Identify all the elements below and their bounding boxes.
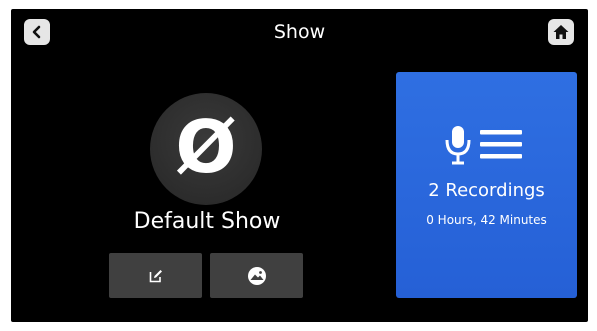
top-bar: Show bbox=[11, 9, 588, 57]
home-button[interactable] bbox=[548, 19, 574, 45]
home-icon bbox=[553, 25, 569, 39]
edit-icon bbox=[149, 269, 162, 282]
show-name: Default Show bbox=[133, 209, 281, 234]
page-title: Show bbox=[273, 21, 326, 43]
recordings-count: 2 Recordings bbox=[428, 180, 545, 201]
device-screen: Show Ø Default Show 2 Recordings 0 Hours… bbox=[11, 9, 588, 322]
recordings-card[interactable]: 2 Recordings 0 Hours, 42 Minutes bbox=[396, 72, 577, 298]
image-icon bbox=[247, 266, 266, 285]
change-image-button[interactable] bbox=[210, 253, 303, 298]
edit-show-button[interactable] bbox=[109, 253, 202, 298]
recordings-duration: 0 Hours, 42 Minutes bbox=[426, 213, 547, 227]
show-logo: Ø bbox=[150, 93, 262, 205]
microphone-list-icon bbox=[445, 126, 522, 165]
show-logo-glyph: Ø bbox=[175, 105, 237, 189]
